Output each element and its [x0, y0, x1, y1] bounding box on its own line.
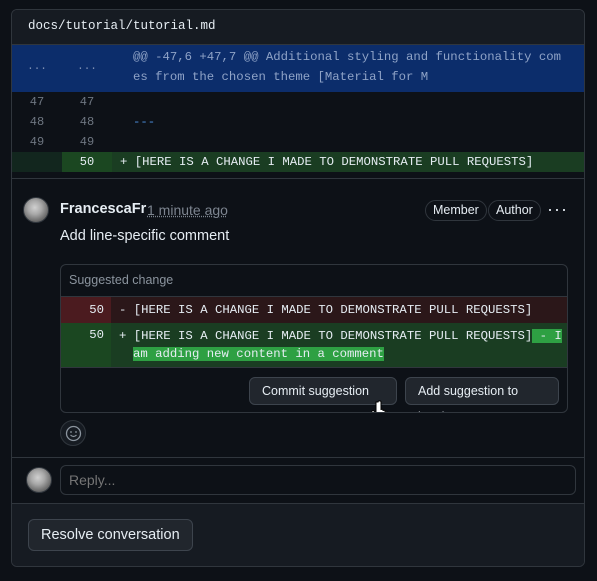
added-highlight: am adding new content in a comment: [133, 347, 384, 361]
suggested-change-box: Suggested change 50 - [HERE IS A CHANGE …: [60, 264, 568, 413]
added-highlight: - I: [532, 329, 562, 343]
added-line-number: 50: [61, 323, 111, 367]
member-badge: Member: [425, 200, 487, 221]
diff-prefix: +: [119, 329, 127, 343]
avatar: [26, 467, 52, 493]
deleted-text: [HERE IS A CHANGE I MADE TO DEMONSTRATE …: [133, 303, 533, 317]
deleted-line-number: 50: [61, 297, 111, 323]
old-line-number[interactable]: 48: [12, 112, 62, 132]
triangle-down-icon[interactable]: ▼: [274, 405, 283, 412]
diff-line: 47 47: [12, 92, 584, 112]
line-content: [112, 132, 584, 152]
reply-bar: [12, 457, 584, 503]
file-path[interactable]: docs/tutorial/tutorial.md: [12, 10, 584, 45]
added-line-content: + [HERE IS A CHANGE I MADE TO DEMONSTRAT…: [111, 323, 567, 367]
review-thread-card: docs/tutorial/tutorial.md ... ... @@ -47…: [11, 9, 585, 567]
comment-timestamp[interactable]: 1 minute ago: [147, 202, 228, 218]
new-line-number[interactable]: 50: [62, 152, 112, 172]
diff-line: 48 48 ---: [12, 112, 584, 132]
hunk-header-text: @@ -47,6 +47,7 @@ Additional styling and…: [133, 50, 562, 84]
diff-prefix: -: [119, 303, 127, 317]
commit-suggestion-label: Commit suggestion: [262, 384, 369, 398]
kebab-horizontal-icon[interactable]: ···: [547, 199, 568, 220]
comment-author[interactable]: FrancescaFr: [60, 201, 146, 217]
line-content: [112, 92, 584, 112]
old-line-number[interactable]: [12, 152, 62, 172]
comment-thread: FrancescaFr 1 minute ago Member Author ·…: [12, 178, 584, 466]
thread-footer: Resolve conversation: [12, 503, 584, 566]
resolve-conversation-button[interactable]: Resolve conversation: [28, 519, 193, 551]
old-line-number[interactable]: 49: [12, 132, 62, 152]
line-content: + [HERE IS A CHANGE I MADE TO DEMONSTRAT…: [112, 152, 584, 172]
hunk-header: ... ... @@ -47,6 +47,7 @@ Additional sty…: [12, 45, 584, 92]
new-line-number[interactable]: 48: [62, 112, 112, 132]
deleted-line-content: - [HERE IS A CHANGE I MADE TO DEMONSTRAT…: [111, 297, 567, 323]
suggestion-added-line: 50 + [HERE IS A CHANGE I MADE TO DEMONST…: [61, 323, 567, 367]
expand-up-button[interactable]: ...: [12, 45, 62, 92]
expand-down-button[interactable]: ...: [62, 45, 112, 92]
diff-line-added: 50 + [HERE IS A CHANGE I MADE TO DEMONST…: [12, 152, 584, 172]
add-suggestion-to-batch-button[interactable]: Add suggestion to batch: [405, 377, 559, 412]
diff-line: 49 49: [12, 132, 584, 152]
reply-input[interactable]: [60, 465, 576, 495]
author-badge: Author: [488, 200, 541, 221]
commit-suggestion-button[interactable]: Commit suggestion ▼: [249, 377, 397, 412]
added-text: [HERE IS A CHANGE I MADE TO DEMONSTRATE …: [133, 329, 533, 343]
new-line-number[interactable]: 47: [62, 92, 112, 112]
avatar[interactable]: [23, 197, 49, 223]
add-reaction-button[interactable]: [60, 420, 86, 446]
suggested-change-title: Suggested change: [61, 265, 567, 297]
line-content: ---: [133, 115, 156, 129]
suggestion-actions: Commit suggestion ▼ Add suggestion to bat…: [61, 367, 567, 412]
new-line-number[interactable]: 49: [62, 132, 112, 152]
smiley-icon: [65, 425, 82, 442]
comment-body: Add line-specific comment: [60, 228, 230, 244]
old-line-number[interactable]: 47: [12, 92, 62, 112]
suggestion-deleted-line: 50 - [HERE IS A CHANGE I MADE TO DEMONST…: [61, 297, 567, 323]
line-text: [HERE IS A CHANGE I MADE TO DEMONSTRATE …: [134, 155, 534, 169]
diff-prefix: +: [120, 155, 128, 169]
pointer-cursor-icon: [371, 400, 388, 412]
